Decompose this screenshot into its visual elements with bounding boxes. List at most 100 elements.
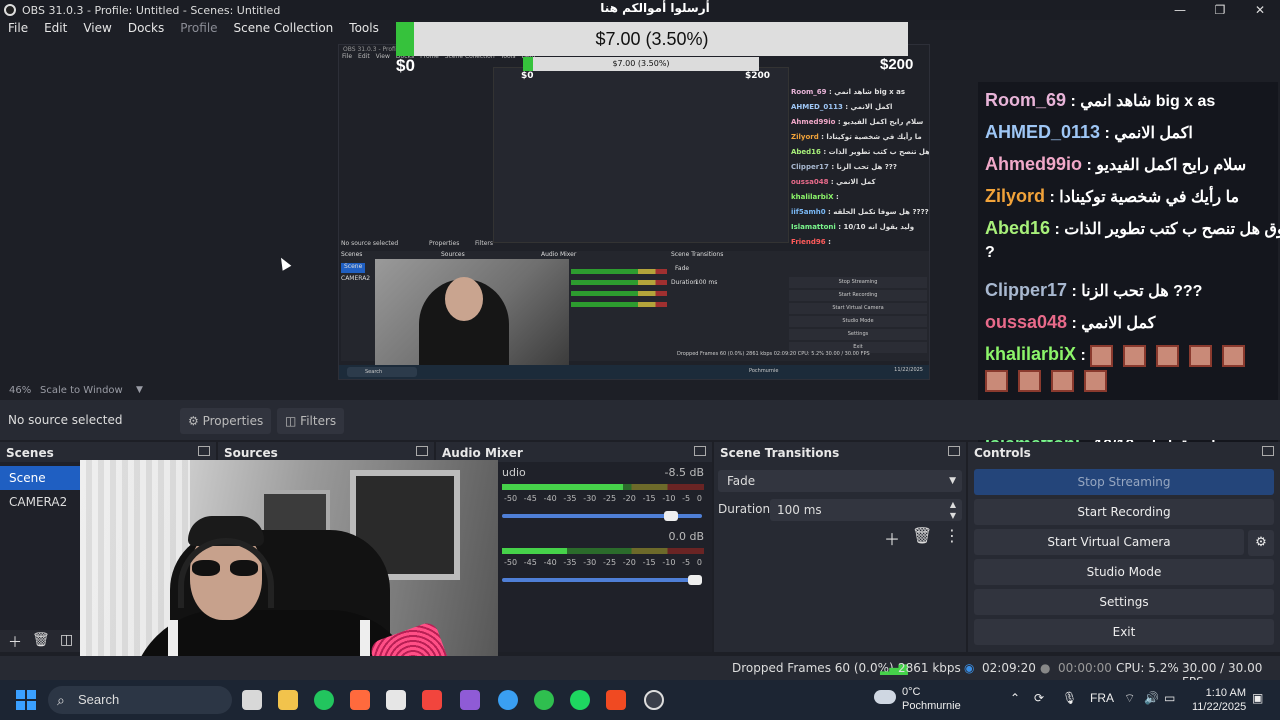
scenes-dock-title: Scenes <box>6 446 54 460</box>
undock-icon[interactable] <box>198 446 210 456</box>
start-recording-button[interactable]: Start Recording <box>974 499 1274 525</box>
more-icon[interactable]: ⋮ <box>944 526 960 545</box>
xbox-icon[interactable] <box>314 690 334 710</box>
nested-chat-text: كمل الانمي <box>836 178 876 186</box>
sources-dock-title: Sources <box>224 446 278 460</box>
nested-chat-separator: : <box>842 103 851 111</box>
start-virtual-camera-button[interactable]: Start Virtual Camera <box>974 529 1244 555</box>
trash-icon[interactable]: 🗑 <box>32 632 50 648</box>
emote-icon <box>1051 370 1074 392</box>
whatsapp-icon[interactable] <box>534 690 554 710</box>
menu-tools[interactable]: Tools <box>341 20 387 40</box>
scale-mode[interactable]: Scale to Window <box>40 385 123 396</box>
nested-webcam <box>375 259 569 369</box>
twitch-icon[interactable] <box>460 690 480 710</box>
chat-message: AHMED_0113 : اكمل الانمي <box>985 122 1193 143</box>
store-icon[interactable] <box>386 690 406 710</box>
nested-donation-min: $0 <box>521 71 534 81</box>
chat-username: oussa048 <box>985 312 1068 332</box>
chat-separator: : <box>1066 93 1081 110</box>
close-button[interactable]: ✕ <box>1240 0 1280 20</box>
app-icon[interactable] <box>422 690 442 710</box>
chat-separator: : <box>1045 189 1060 206</box>
filter-icon[interactable]: ◫ <box>60 632 73 648</box>
nested-chat-text: هل تحب الزنا ??? <box>836 163 897 171</box>
nested-chat-username: Clipper17 <box>791 163 829 171</box>
notification-icon[interactable]: ▣ <box>1252 691 1263 705</box>
studio-mode-button[interactable]: Studio Mode <box>974 559 1274 585</box>
trash-icon[interactable]: 🗑 <box>912 526 932 545</box>
cpu-usage: CPU: 5.2% <box>1116 661 1179 675</box>
app-icon[interactable] <box>350 690 370 710</box>
volume-slider-knob[interactable] <box>664 511 678 521</box>
undock-icon[interactable] <box>1262 446 1274 456</box>
volume-slider[interactable] <box>502 575 702 585</box>
chevron-up-icon[interactable]: ⌃ <box>1010 691 1020 705</box>
menu-scene-collection[interactable]: Scene Collection <box>226 20 342 40</box>
file-explorer-icon[interactable] <box>278 690 298 710</box>
gear-icon[interactable]: ⚙ <box>1248 530 1274 556</box>
undock-icon[interactable] <box>694 446 706 456</box>
meter-level <box>502 484 624 490</box>
taskbar-search[interactable]: ⌕ Search <box>48 686 232 714</box>
stop-streaming-button[interactable]: Stop Streaming <box>974 469 1274 495</box>
battery-icon[interactable]: ▭ <box>1164 691 1175 705</box>
language-indicator[interactable]: FRA <box>1090 691 1114 705</box>
task-view-icon[interactable] <box>242 690 262 710</box>
scene-item-camera2[interactable]: CAMERA2 <box>0 490 80 514</box>
minimize-button[interactable]: — <box>1160 0 1200 20</box>
nested-chat-username: Islamattoni <box>791 223 836 231</box>
chat-text: كمل الانمي <box>1081 315 1156 332</box>
wifi-icon[interactable]: ⌔ <box>1124 691 1135 706</box>
nested-control: Stop Streaming <box>789 277 927 288</box>
nested-taskbar: Search Pochmurnie 11/22/2025 <box>339 365 929 379</box>
brave-icon[interactable] <box>606 690 626 710</box>
obs-taskbar-icon[interactable] <box>644 690 664 710</box>
nested-head <box>445 277 483 321</box>
spotify-icon[interactable] <box>570 690 590 710</box>
menu-edit[interactable]: Edit <box>36 20 75 40</box>
volume-slider-knob[interactable] <box>688 575 702 585</box>
transition-select[interactable]: Fade ▼ <box>718 470 962 492</box>
spinner-icon[interactable]: ▲ ▼ <box>950 499 956 521</box>
duration-input[interactable]: 100 ms ▲ ▼ <box>770 499 962 521</box>
menu-profile[interactable]: Profile <box>172 20 225 40</box>
volume-slider[interactable] <box>502 511 702 521</box>
nested-chat: Room_69 : شاهد انمي big x as AHMED_0113 :… <box>791 85 929 250</box>
filters-button[interactable]: ◫ Filters <box>277 408 345 434</box>
microphone-icon[interactable]: 🎙 <box>1062 691 1077 705</box>
add-icon[interactable]: ＋ <box>884 526 900 550</box>
menu-view[interactable]: View <box>75 20 119 40</box>
nested-chat-username: Abed16 <box>791 148 821 156</box>
nested-duration-value: 100 ms <box>695 279 718 286</box>
meter-tick-label: -10 <box>662 558 676 567</box>
taskbar-clock[interactable]: 1:10 AM 11/22/2025 <box>1192 686 1246 714</box>
nested-scene-item: CAMERA2 <box>341 275 371 282</box>
add-icon[interactable]: ＋ <box>8 632 22 652</box>
nested-chat-username: Room_69 <box>791 88 827 96</box>
properties-button[interactable]: ⚙ Properties <box>180 408 272 434</box>
settings-button[interactable]: Settings <box>974 589 1274 615</box>
menu-docks[interactable]: Docks <box>120 20 172 40</box>
exit-button[interactable]: Exit <box>974 619 1274 645</box>
meter-tick-label: -45 <box>523 494 537 503</box>
speaker-icon[interactable]: 🔊 <box>1144 691 1159 705</box>
undock-icon[interactable] <box>948 446 960 456</box>
edge-icon[interactable] <box>498 690 518 710</box>
controls-dock-title: Controls <box>974 446 1031 460</box>
nested-chat-message: AHMED_0113 : اكمل الانمي <box>791 100 929 115</box>
sync-icon[interactable]: ⟳ <box>1034 691 1044 705</box>
properties-label: Properties <box>202 414 264 428</box>
scene-item-scene[interactable]: Scene <box>0 466 80 490</box>
emote-icon <box>1018 370 1041 392</box>
chat-emote-row <box>985 370 1117 392</box>
obs-logo-icon <box>4 4 16 16</box>
maximize-button[interactable]: ❐ <box>1200 0 1240 20</box>
nested-clock: 11/22/2025 <box>894 367 923 373</box>
undock-icon[interactable] <box>416 446 428 456</box>
nested-meter <box>571 280 667 285</box>
menu-file[interactable]: File <box>0 20 36 40</box>
chevron-down-icon[interactable]: ▼ <box>136 385 143 395</box>
windows-start-icon[interactable] <box>16 690 36 710</box>
emote-icon <box>1084 370 1107 392</box>
